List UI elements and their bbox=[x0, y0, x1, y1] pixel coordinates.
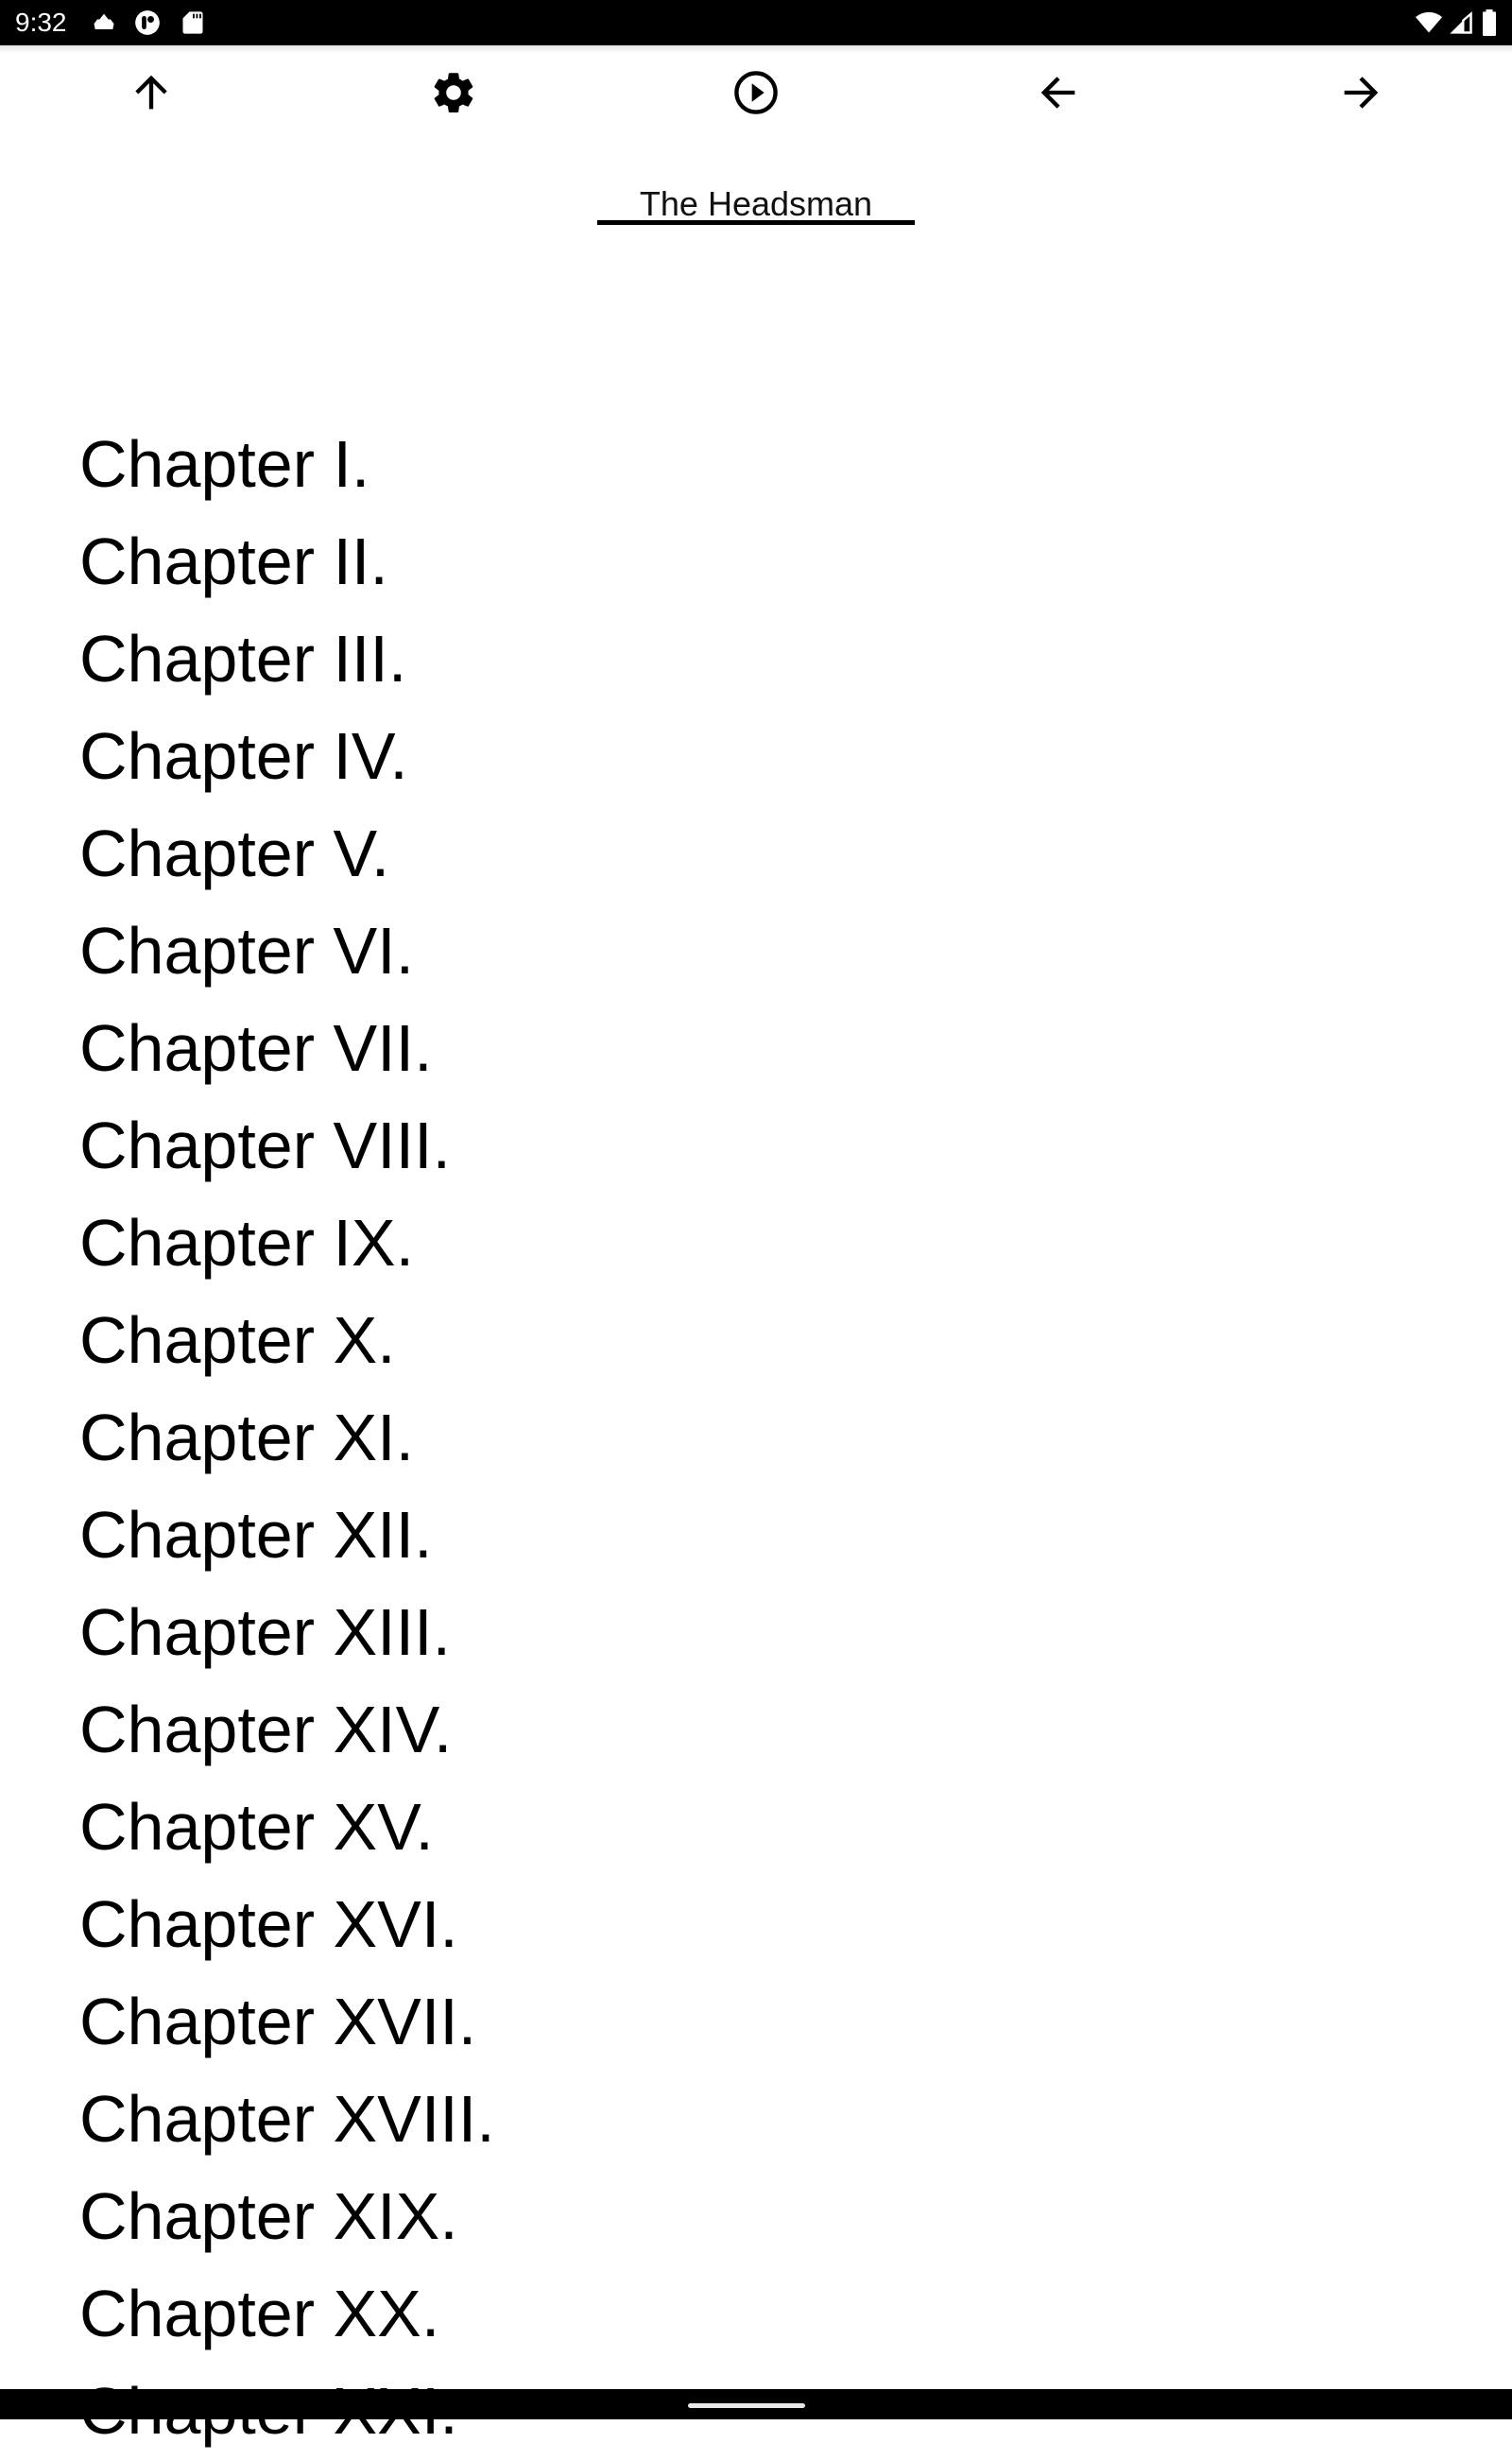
battery-icon bbox=[1480, 9, 1499, 36]
toolbar bbox=[0, 53, 1512, 132]
chapter-item[interactable]: Chapter X. bbox=[79, 1292, 1497, 1389]
chapter-item[interactable]: Chapter VI. bbox=[79, 903, 1497, 1000]
chapter-item[interactable]: Chapter XX. bbox=[79, 2265, 1497, 2363]
chapter-item[interactable]: Chapter XIV. bbox=[79, 1681, 1497, 1779]
wifi-icon bbox=[1414, 9, 1444, 36]
chapter-item[interactable]: Chapter V. bbox=[79, 805, 1497, 903]
chapter-item[interactable]: Chapter I. bbox=[79, 416, 1497, 513]
home-gesture-handle[interactable] bbox=[688, 2403, 805, 2408]
chapter-item[interactable]: Chapter IX. bbox=[79, 1195, 1497, 1292]
chapter-list: Chapter I. Chapter II. Chapter III. Chap… bbox=[79, 416, 1497, 2460]
arrow-left-icon bbox=[1034, 68, 1083, 117]
navigation-bar bbox=[0, 2389, 1512, 2419]
chapter-item[interactable]: Chapter XV. bbox=[79, 1779, 1497, 1876]
play-button[interactable] bbox=[605, 53, 907, 132]
back-button[interactable] bbox=[907, 53, 1210, 132]
up-button[interactable] bbox=[0, 53, 302, 132]
book-title: The Headsman bbox=[639, 184, 873, 223]
arrow-up-icon bbox=[127, 68, 176, 117]
forward-button[interactable] bbox=[1210, 53, 1512, 132]
gear-icon bbox=[429, 68, 478, 117]
book-title-tab[interactable]: The Headsman bbox=[597, 170, 915, 225]
cloud-icon bbox=[91, 9, 117, 36]
play-circle-icon bbox=[731, 68, 781, 117]
toolbar-shadow bbox=[0, 45, 1512, 53]
chapter-item[interactable]: Chapter XVII. bbox=[79, 1973, 1497, 2071]
arrow-right-icon bbox=[1336, 68, 1385, 117]
settings-button[interactable] bbox=[302, 53, 605, 132]
chapter-item[interactable]: Chapter XIII. bbox=[79, 1584, 1497, 1681]
chapter-item[interactable]: Chapter XIX. bbox=[79, 2168, 1497, 2265]
chapter-item[interactable]: Chapter III. bbox=[79, 611, 1497, 708]
sd-card-icon bbox=[180, 9, 206, 36]
status-bar: 9:32 bbox=[0, 0, 1512, 45]
chapter-item[interactable]: Chapter II. bbox=[79, 513, 1497, 611]
status-time: 9:32 bbox=[15, 8, 67, 37]
chapter-item[interactable]: Chapter IV. bbox=[79, 708, 1497, 805]
app-notification-icon bbox=[134, 9, 161, 36]
chapter-item[interactable]: Chapter XVI. bbox=[79, 1876, 1497, 1973]
chapter-item[interactable]: Chapter XVIII. bbox=[79, 2071, 1497, 2168]
chapter-item[interactable]: Chapter VII. bbox=[79, 1000, 1497, 1097]
chapter-item[interactable]: Chapter XII. bbox=[79, 1487, 1497, 1584]
cell-signal-icon bbox=[1448, 9, 1474, 36]
chapter-item[interactable]: Chapter VIII. bbox=[79, 1097, 1497, 1195]
chapter-item[interactable]: Chapter XI. bbox=[79, 1389, 1497, 1487]
